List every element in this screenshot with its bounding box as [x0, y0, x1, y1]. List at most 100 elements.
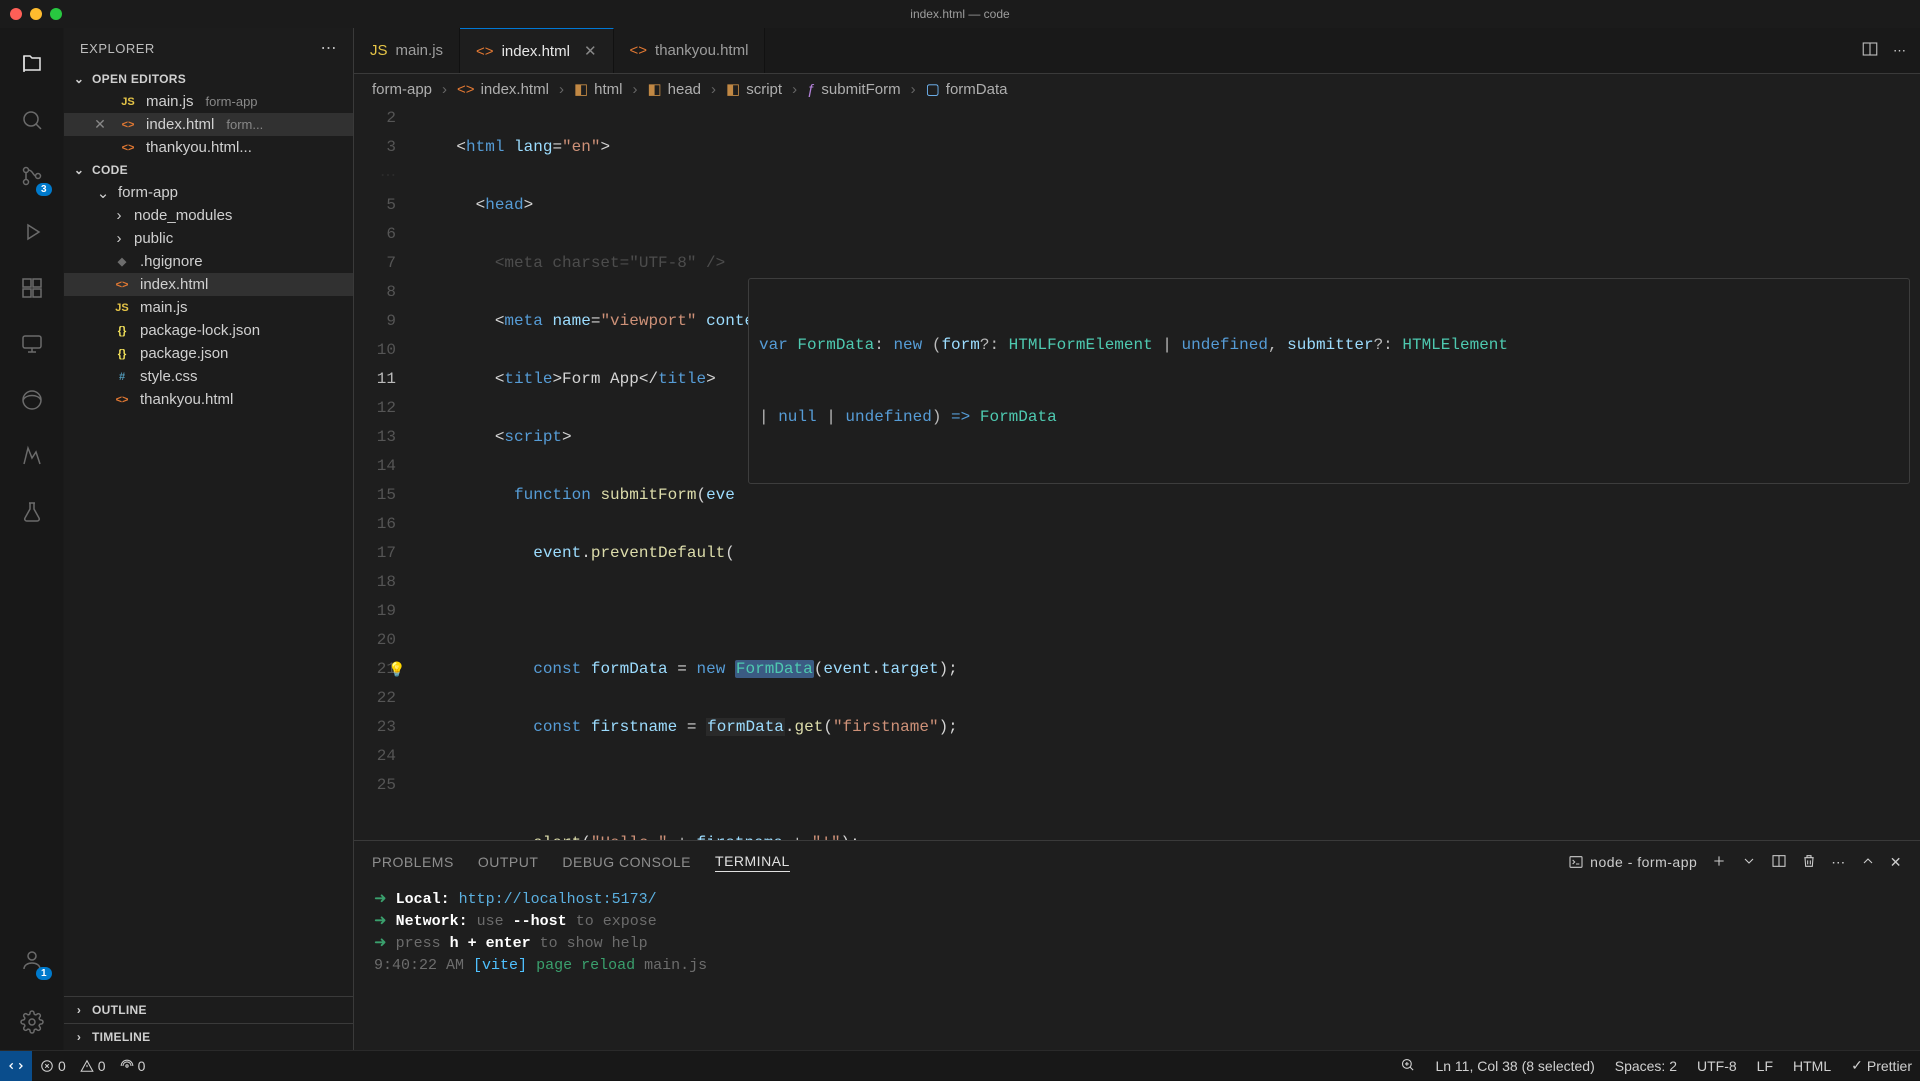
more-icon[interactable]: ⋯: [321, 38, 338, 58]
open-editor-main[interactable]: JS main.js form-app: [64, 90, 353, 113]
file-icon: ◆: [112, 255, 132, 268]
tab-close-icon[interactable]: ✕: [584, 42, 597, 60]
scm-icon[interactable]: 3: [8, 152, 56, 200]
html-file-icon: <>: [112, 394, 132, 406]
remote-indicator[interactable]: [0, 1051, 32, 1081]
panel-tab-problems[interactable]: PROBLEMS: [372, 854, 454, 870]
tab-index-html[interactable]: <> index.html ✕: [460, 28, 613, 73]
css-file-icon: #: [112, 371, 132, 383]
chevron-down-icon: ⌄: [96, 186, 110, 200]
beaker-icon[interactable]: [8, 488, 56, 536]
js-file-icon: JS: [118, 96, 138, 108]
remote-explorer-icon[interactable]: [8, 320, 56, 368]
tree-package-lock[interactable]: {} package-lock.json: [64, 319, 353, 342]
maximize-panel-icon[interactable]: [1860, 853, 1876, 872]
tab-thankyou[interactable]: <> thankyou.html: [614, 28, 766, 73]
tree-thankyou-html[interactable]: <> thankyou.html: [64, 388, 353, 411]
panel: PROBLEMS OUTPUT DEBUG CONSOLE TERMINAL n…: [354, 840, 1920, 1050]
formatter[interactable]: ✓ Prettier: [1851, 1057, 1912, 1074]
code-editor[interactable]: 23⋯5678910111213141516171819202122232425…: [354, 104, 1920, 840]
warning-count[interactable]: 0: [80, 1058, 106, 1074]
chevron-right-icon: ›: [112, 232, 126, 246]
panel-tab-debug[interactable]: DEBUG CONSOLE: [562, 854, 691, 870]
split-editor-icon[interactable]: [1861, 40, 1879, 61]
tree-style-css[interactable]: # style.css: [64, 365, 353, 388]
tree-package-json[interactable]: {} package.json: [64, 342, 353, 365]
more-actions-icon[interactable]: ⋯: [1893, 43, 1906, 59]
terminal-label[interactable]: node - form-app: [1568, 854, 1697, 870]
crumb-html: ◧ html: [574, 80, 623, 98]
tree-main-js[interactable]: JS main.js: [64, 296, 353, 319]
indentation[interactable]: Spaces: 2: [1615, 1058, 1677, 1074]
timeline-section[interactable]: › TIMELINE: [64, 1023, 353, 1050]
close-panel-icon[interactable]: ✕: [1890, 854, 1902, 871]
html-file-icon: <>: [112, 279, 132, 291]
open-editor-thankyou[interactable]: <> thankyou.html...: [64, 136, 353, 159]
accounts-badge: 1: [36, 967, 52, 980]
open-editors-section[interactable]: ⌄ OPEN EDITORS: [64, 68, 353, 90]
chevron-right-icon: ›: [72, 1003, 86, 1017]
crumb-formdata: ▢ formData: [926, 80, 1008, 98]
line-gutter: 23⋯5678910111213141516171819202122232425: [354, 104, 418, 840]
status-bar: 0 0 0 Ln 11, Col 38 (8 selected) Spaces:…: [0, 1050, 1920, 1080]
crumb-file: <>index.html: [457, 81, 549, 98]
more-terminal-icon[interactable]: ⋯: [1831, 854, 1846, 871]
json-file-icon: {}: [112, 325, 132, 337]
html-file-icon: <>: [476, 43, 494, 60]
close-icon[interactable]: ✕: [90, 116, 110, 133]
breadcrumb[interactable]: form-app › <>index.html › ◧ html › ◧ hea…: [354, 74, 1920, 104]
terminal-dropdown-icon[interactable]: [1741, 853, 1757, 872]
edge-icon[interactable]: [8, 376, 56, 424]
editor-tabs: JS main.js <> index.html ✕ <> thankyou.h…: [354, 28, 1920, 74]
new-terminal-icon[interactable]: [1711, 853, 1727, 872]
search-icon[interactable]: [8, 96, 56, 144]
html-file-icon: <>: [457, 81, 475, 98]
tree-hgignore[interactable]: ◆ .hgignore: [64, 250, 353, 273]
tab-main-js[interactable]: JS main.js: [354, 28, 460, 73]
activity-bar: 3 1: [0, 28, 64, 1050]
accounts-icon[interactable]: 1: [8, 936, 56, 984]
eol[interactable]: LF: [1757, 1058, 1773, 1074]
cursor-position[interactable]: Ln 11, Col 38 (8 selected): [1435, 1058, 1594, 1074]
settings-gear-icon[interactable]: [8, 998, 56, 1046]
kill-terminal-icon[interactable]: [1801, 853, 1817, 872]
explorer-icon[interactable]: [8, 40, 56, 88]
encoding[interactable]: UTF-8: [1697, 1058, 1737, 1074]
js-file-icon: JS: [112, 302, 132, 314]
html-file-icon: <>: [118, 142, 138, 154]
explorer-header: EXPLORER ⋯: [64, 28, 353, 68]
parameter-hint-popup: var FormData: new (form?: HTMLFormElemen…: [748, 278, 1910, 484]
vscode-window: index.html — code 3: [0, 0, 1920, 1080]
split-terminal-icon[interactable]: [1771, 853, 1787, 872]
editor-actions: ⋯: [1847, 28, 1920, 73]
html-file-icon: <>: [118, 119, 138, 131]
error-count[interactable]: 0: [40, 1058, 66, 1074]
tree-public[interactable]: › public: [64, 227, 353, 250]
status-zoom-icon[interactable]: [1400, 1057, 1415, 1075]
chevron-right-icon: ›: [442, 81, 447, 98]
outline-section[interactable]: › OUTLINE: [64, 996, 353, 1023]
live-share-icon[interactable]: [8, 432, 56, 480]
panel-tab-terminal[interactable]: TERMINAL: [715, 853, 790, 872]
crumb-head: ◧ head: [647, 80, 701, 98]
port-forward[interactable]: 0: [120, 1058, 146, 1074]
tree-index-html[interactable]: <> index.html: [64, 273, 353, 296]
project-section[interactable]: ⌄ CODE: [64, 159, 353, 181]
lightbulb-icon[interactable]: 💡: [388, 657, 405, 686]
panel-tab-output[interactable]: OUTPUT: [478, 854, 539, 870]
editor-group: JS main.js <> index.html ✕ <> thankyou.h…: [354, 28, 1920, 1050]
js-file-icon: JS: [370, 42, 388, 59]
window-title: index.html — code: [0, 7, 1920, 21]
extensions-icon[interactable]: [8, 264, 56, 312]
terminal-content[interactable]: ➜ Local: http://localhost:5173/ ➜ Networ…: [354, 883, 1920, 1050]
debug-icon[interactable]: [8, 208, 56, 256]
chevron-right-icon: ›: [72, 1030, 86, 1044]
open-editor-index[interactable]: ✕ <> index.html form...: [64, 113, 353, 136]
folder-form-app[interactable]: ⌄ form-app: [64, 181, 353, 204]
panel-tabs: PROBLEMS OUTPUT DEBUG CONSOLE TERMINAL n…: [354, 841, 1920, 883]
tree-node-modules[interactable]: › node_modules: [64, 204, 353, 227]
explorer-title: EXPLORER: [80, 41, 155, 56]
html-file-icon: <>: [630, 42, 648, 59]
crumb-script: ◧ script: [726, 80, 782, 98]
language-mode[interactable]: HTML: [1793, 1058, 1831, 1074]
